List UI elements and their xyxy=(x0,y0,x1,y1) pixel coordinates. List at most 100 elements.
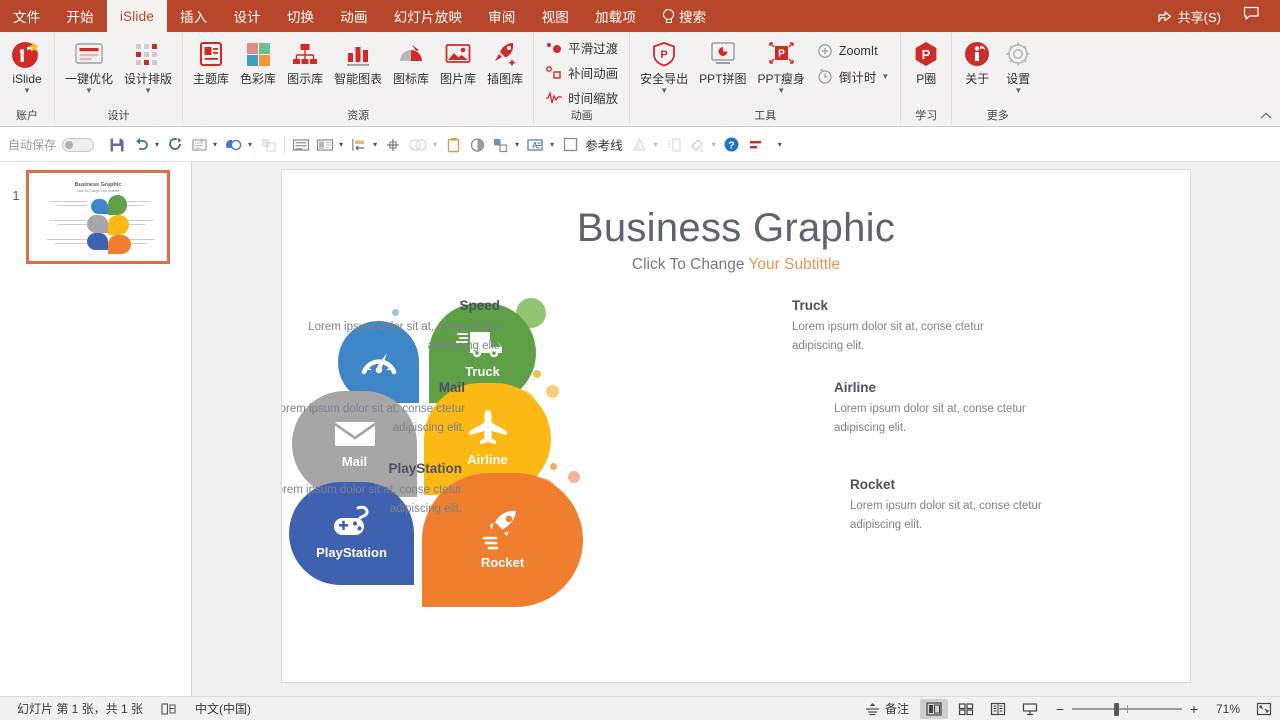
zoom-out-button[interactable]: − xyxy=(1054,701,1066,717)
layout-button[interactable] xyxy=(314,133,336,157)
selection-pane-button[interactable] xyxy=(663,133,685,157)
zoom-in-button[interactable]: + xyxy=(1188,701,1200,717)
morph-transition-button[interactable]: 平滑过渡 xyxy=(539,36,624,60)
share-button[interactable]: 共享(S) xyxy=(1147,3,1231,30)
chevron-down-icon[interactable]: ▼ xyxy=(777,87,785,95)
textblock-rocket[interactable]: Rocket Lorem ipsum dolor sit at, conse c… xyxy=(850,477,1070,535)
text-box-button[interactable]: A xyxy=(524,133,547,157)
format-painter-button[interactable] xyxy=(687,133,709,157)
textblock-mail[interactable]: Mail Lorem ipsum dolor sit at, conse cte… xyxy=(282,380,465,438)
more-commands-button[interactable]: ▾ xyxy=(777,140,785,149)
help-button[interactable]: ? xyxy=(721,133,743,157)
chevron-down-icon[interactable]: ▼ xyxy=(660,87,668,95)
menu-item-insert[interactable]: 插入 xyxy=(167,0,220,32)
about-button[interactable]: 关于 xyxy=(957,36,997,88)
group-button[interactable] xyxy=(490,133,512,157)
textblock-airline[interactable]: Airline Lorem ipsum dolor sit at, conse … xyxy=(834,380,1054,438)
islide-button[interactable]: iSlide ▼ xyxy=(5,36,49,97)
menu-item-islide[interactable]: iSlide xyxy=(106,0,168,32)
merge-shapes-button[interactable] xyxy=(406,133,430,157)
align-button[interactable] xyxy=(348,133,370,157)
tween-animation-button[interactable]: 补间动画 xyxy=(539,61,624,85)
chevron-down-icon[interactable]: ▼ xyxy=(144,87,152,95)
theme-library-button[interactable]: 主题库 xyxy=(188,36,234,88)
zoom-slider-handle[interactable] xyxy=(1114,702,1119,716)
textblock-speed[interactable]: Speed Lorem ipsum dolor sit at, conse ct… xyxy=(282,298,500,356)
menu-item-slideshow[interactable]: 幻灯片放映 xyxy=(381,0,476,32)
design-layout-button[interactable]: 设计排版 ▼ xyxy=(119,36,177,97)
zoomit-button[interactable]: ZoomIt xyxy=(811,39,884,63)
menu-item-review[interactable]: 审阅 xyxy=(475,0,528,32)
icon-library-button[interactable]: 图标库 xyxy=(388,36,434,88)
slide-thumbnail-1[interactable]: Business Graphic Click To Change Your Su… xyxy=(26,170,170,264)
menu-item-transitions[interactable]: 切换 xyxy=(274,0,327,32)
guides-button[interactable] xyxy=(559,133,581,157)
countdown-button[interactable]: 倒计时 ▼ xyxy=(811,64,895,88)
menu-item-file[interactable]: 文件 xyxy=(0,0,53,32)
redo-button[interactable] xyxy=(164,133,186,157)
comments-button[interactable] xyxy=(1231,2,1272,30)
guides-label[interactable]: 参考线 xyxy=(585,135,623,154)
zoom-slider[interactable] xyxy=(1072,702,1182,716)
chevron-down-icon[interactable]: ▼ xyxy=(1014,87,1022,95)
tell-me-search[interactable]: 搜索 xyxy=(649,0,718,32)
shapes-dropdown[interactable]: ▾ xyxy=(247,140,255,149)
textblock-truck[interactable]: Truck Lorem ipsum dolor sit at, conse ct… xyxy=(792,298,1012,356)
animation-pane-dropdown[interactable]: ▾ xyxy=(653,140,661,149)
menu-item-view[interactable]: 视图 xyxy=(529,0,582,32)
accessibility-button[interactable] xyxy=(152,702,186,716)
clipboard-button[interactable] xyxy=(442,133,464,157)
save-button[interactable] xyxy=(106,133,128,157)
p-circle-button[interactable]: P P圈 xyxy=(906,36,946,88)
group-dropdown[interactable]: ▾ xyxy=(514,140,522,149)
image-library-button[interactable]: 图片库 xyxy=(435,36,481,88)
menu-item-design[interactable]: 设计 xyxy=(220,0,273,32)
undo-button[interactable] xyxy=(130,133,152,157)
new-slide-dropdown[interactable]: ▾ xyxy=(212,140,220,149)
autosave-toggle[interactable] xyxy=(62,137,95,152)
contrast-button[interactable] xyxy=(466,133,488,157)
ruler-button[interactable] xyxy=(745,133,767,157)
slide-count[interactable]: 幻灯片 第 1 张，共 1 张 xyxy=(8,700,152,717)
slide-canvas[interactable]: Business Graphic Click To Change Your Su… xyxy=(282,170,1190,682)
align-dropdown[interactable]: ▾ xyxy=(372,140,380,149)
shapes-button[interactable] xyxy=(222,133,245,157)
slide-title[interactable]: Business Graphic xyxy=(282,206,1190,251)
normal-view-button[interactable] xyxy=(920,698,948,719)
reading-view-button[interactable] xyxy=(984,699,1012,719)
undo-dropdown[interactable]: ▾ xyxy=(154,140,162,149)
fit-to-window-button[interactable] xyxy=(1256,702,1272,716)
settings-button[interactable]: 设置 ▼ xyxy=(998,36,1038,97)
diagram-library-button[interactable]: 图示库 xyxy=(282,36,328,88)
new-slide-button[interactable] xyxy=(188,133,210,157)
ppt-slim-button[interactable]: P PPT瘦身 ▼ xyxy=(753,36,810,97)
text-box-dropdown[interactable]: ▾ xyxy=(549,140,557,149)
illustration-library-button[interactable]: 插图库 xyxy=(482,36,528,88)
rotate-button[interactable] xyxy=(382,133,404,157)
time-scale-button[interactable]: 时间缩放 xyxy=(539,86,624,110)
animation-pane-button[interactable] xyxy=(629,133,651,157)
layout-dropdown[interactable]: ▾ xyxy=(338,140,346,149)
slide-sorter-view-button[interactable] xyxy=(952,699,980,719)
safe-export-button[interactable]: P 安全导出 ▼ xyxy=(635,36,693,97)
zoom-level[interactable]: 71% xyxy=(1206,702,1240,716)
ppt-collage-button[interactable]: PPT拼图 xyxy=(694,36,751,88)
notes-button[interactable]: 备注 xyxy=(856,700,918,717)
chevron-down-icon[interactable]: ▼ xyxy=(23,87,31,95)
chevron-down-icon[interactable]: ▼ xyxy=(85,87,93,95)
duplicate-button[interactable] xyxy=(257,133,279,157)
format-painter-dropdown[interactable]: ▾ xyxy=(711,140,719,149)
slide-subtitle[interactable]: Click To Change Your Subtittle xyxy=(282,256,1190,274)
textblock-playstation[interactable]: PlayStation Lorem ipsum dolor sit at, co… xyxy=(282,461,462,519)
slide-thumbnail-pane[interactable]: 1 Business Graphic Click To Change Your … xyxy=(0,162,192,696)
menu-item-home[interactable]: 开始 xyxy=(53,0,106,32)
menu-item-animations[interactable]: 动画 xyxy=(327,0,380,32)
menu-item-addins[interactable]: 加载项 xyxy=(582,0,649,32)
one-click-optimize-button[interactable]: 一键优化 ▼ xyxy=(60,36,118,97)
slideshow-view-button[interactable] xyxy=(1016,699,1044,719)
smart-chart-button[interactable]: 智能图表 xyxy=(329,36,387,88)
collapse-ribbon-button[interactable] xyxy=(1260,111,1272,124)
slide-master-button[interactable] xyxy=(290,133,312,157)
color-library-button[interactable]: 色彩库 xyxy=(235,36,281,88)
merge-shapes-dropdown[interactable]: ▾ xyxy=(432,140,440,149)
